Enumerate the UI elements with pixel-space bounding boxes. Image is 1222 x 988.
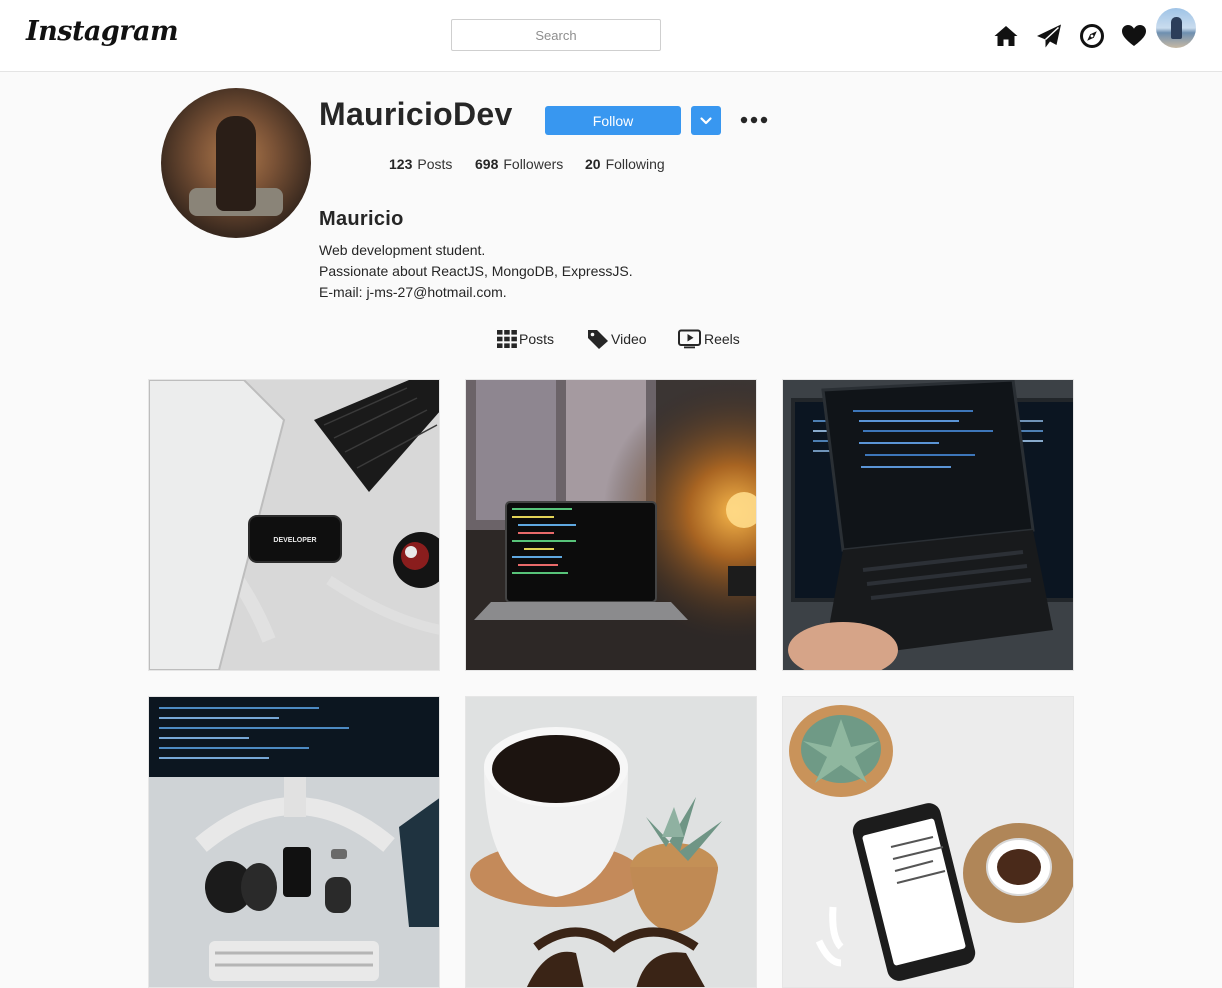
tab-label: Posts	[519, 331, 555, 347]
post-image	[783, 697, 1073, 987]
suggestions-dropdown-button[interactable]	[691, 106, 721, 135]
stat-label: Posts	[417, 156, 453, 172]
stat-label: Following	[605, 156, 665, 172]
more-options-button[interactable]	[740, 110, 768, 130]
tab-posts[interactable]: Posts	[497, 328, 554, 350]
stat-value: 123	[389, 156, 413, 172]
instagram-logo[interactable]: Instagram	[26, 16, 179, 47]
post-image	[466, 380, 756, 670]
stat-value: 20	[585, 156, 601, 172]
paper-plane-icon[interactable]	[1036, 23, 1062, 49]
post-text: DEVELOPER	[273, 537, 316, 544]
chevron-down-icon	[700, 116, 712, 124]
top-navigation-bar: Instagram	[0, 0, 1222, 72]
followers-count[interactable]: 698 Followers	[475, 156, 563, 172]
bio-line: E-mail: j-ms-27@hotmail.com.	[319, 284, 507, 300]
stat-label: Followers	[503, 156, 564, 172]
avatar-figure	[1171, 17, 1182, 39]
post-thumbnail[interactable]	[148, 696, 440, 988]
user-avatar[interactable]	[1156, 8, 1196, 48]
posts-count[interactable]: 123 Posts	[389, 156, 452, 172]
avatar-person-shape	[216, 116, 256, 211]
tag-icon	[588, 330, 608, 349]
post-image	[783, 380, 1073, 670]
post-image	[149, 697, 439, 987]
compass-icon[interactable]	[1079, 23, 1105, 49]
post-thumbnail[interactable]: DEVELOPER	[148, 379, 440, 671]
stat-value: 698	[475, 156, 499, 172]
post-image	[466, 697, 756, 987]
following-count[interactable]: 20 Following	[585, 156, 665, 172]
follow-button[interactable]: Follow	[545, 106, 681, 135]
tab-video[interactable]: Video	[587, 328, 647, 350]
search-input[interactable]	[451, 19, 661, 51]
ellipsis-icon	[740, 116, 768, 124]
play-icon	[678, 329, 701, 349]
bio-line: Passionate about ReactJS, MongoDB, Expre…	[319, 263, 633, 279]
profile-avatar	[161, 88, 311, 238]
bio-line: Web development student.	[319, 242, 486, 258]
grid-icon	[497, 330, 517, 348]
post-thumbnail[interactable]	[465, 379, 757, 671]
profile-full-name: Mauricio	[319, 208, 404, 230]
home-icon[interactable]	[993, 23, 1019, 49]
tab-label: Reels	[704, 331, 740, 347]
heart-icon[interactable]	[1121, 23, 1147, 49]
tab-label: Video	[611, 331, 647, 347]
post-thumbnail[interactable]	[465, 696, 757, 988]
post-image: DEVELOPER	[149, 380, 439, 670]
post-thumbnail[interactable]	[782, 379, 1074, 671]
post-thumbnail[interactable]	[782, 696, 1074, 988]
profile-username: MauricioDev	[319, 96, 513, 132]
tab-reels[interactable]: Reels	[678, 328, 740, 350]
